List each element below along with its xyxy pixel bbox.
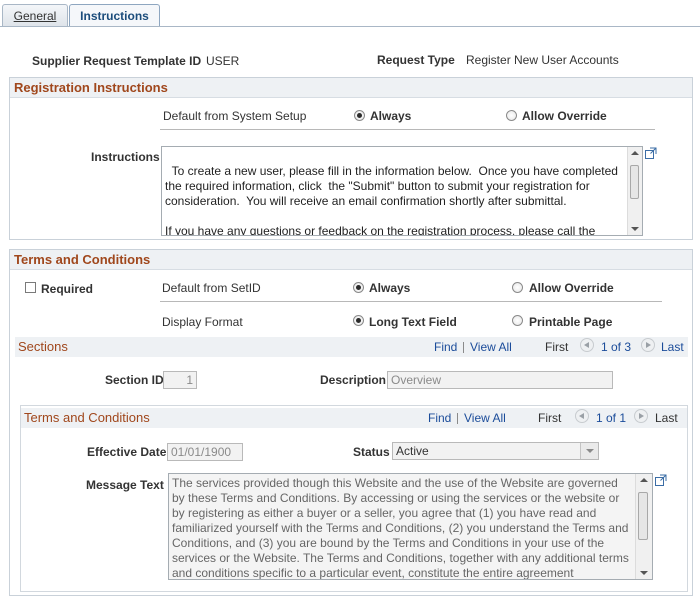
registration-instructions-title: Registration Instructions — [10, 78, 692, 98]
required-checkbox[interactable] — [25, 282, 36, 293]
status-value: Active — [396, 444, 429, 458]
expand-message-icon[interactable] — [655, 474, 667, 486]
sections-find-link[interactable]: Find — [434, 340, 457, 354]
effective-date-label: Effective Date — [87, 445, 167, 459]
tc-inner-title: Terms and Conditions — [24, 410, 150, 425]
section-id-label: Section ID — [105, 373, 164, 387]
message-text: The services provided though this Websit… — [172, 476, 629, 580]
reg-always-radio[interactable] — [354, 110, 365, 121]
printable-radio[interactable] — [512, 315, 523, 326]
request-type-value: Register New User Accounts — [466, 53, 619, 67]
terms-override-radio[interactable] — [512, 282, 523, 293]
description-field[interactable]: Overview — [387, 371, 613, 389]
display-format-label: Display Format — [162, 315, 243, 329]
sections-view-all-link[interactable]: View All — [470, 340, 512, 354]
terms-default-label: Default from SetID — [162, 281, 261, 295]
tc-separator — [457, 413, 458, 424]
tc-next-icon[interactable] — [634, 409, 648, 423]
message-textarea[interactable]: The services provided though this Websit… — [168, 473, 653, 580]
instructions-label: Instructions — [91, 150, 160, 164]
tc-prev-icon[interactable] — [575, 409, 589, 423]
effective-date-field[interactable]: 01/01/1900 — [167, 443, 243, 461]
reg-always-label: Always — [370, 109, 412, 123]
description-label: Description — [320, 373, 387, 387]
long-text-label: Long Text Field — [369, 315, 457, 329]
terms-always-radio[interactable] — [353, 282, 364, 293]
status-select[interactable]: Active — [392, 442, 599, 460]
tc-first[interactable]: First — [538, 411, 561, 425]
terms-always-label: Always — [369, 281, 411, 295]
section-id-field[interactable]: 1 — [163, 371, 197, 389]
tc-find-link[interactable]: Find — [428, 411, 451, 425]
required-label: Required — [41, 282, 94, 296]
terms-divider — [160, 301, 662, 302]
sections-first[interactable]: First — [545, 340, 568, 354]
sections-separator — [463, 342, 464, 353]
sections-next-icon[interactable] — [641, 338, 655, 352]
status-label: Status — [353, 445, 390, 459]
sections-prev-icon[interactable] — [580, 338, 594, 352]
tab-general[interactable]: General — [2, 4, 68, 26]
tc-view-all-link[interactable]: View All — [464, 411, 506, 425]
tc-last[interactable]: Last — [655, 411, 678, 425]
expand-instructions-icon[interactable] — [645, 147, 657, 159]
sections-last[interactable]: Last — [661, 340, 684, 354]
message-scrollbar[interactable] — [635, 474, 652, 579]
tab-instructions[interactable]: Instructions — [69, 4, 160, 27]
tc-range: 1 of 1 — [596, 411, 627, 425]
tab-divider — [0, 26, 700, 27]
instructions-scrollbar[interactable] — [627, 147, 642, 235]
request-type-label: Request Type — [377, 53, 455, 67]
template-id-value: USER — [206, 54, 240, 68]
reg-divider — [160, 129, 655, 130]
message-text-label: Message Text — [86, 478, 164, 492]
printable-label: Printable Page — [529, 315, 613, 329]
template-id-label: Supplier Request Template ID — [32, 54, 202, 68]
chevron-down-icon — [580, 443, 598, 459]
reg-default-label: Default from System Setup — [163, 109, 307, 123]
instructions-textarea[interactable]: To create a new user, please fill in the… — [161, 146, 643, 236]
long-text-radio[interactable] — [353, 315, 364, 326]
reg-override-radio[interactable] — [506, 110, 517, 121]
sections-title: Sections — [18, 339, 68, 354]
sections-range: 1 of 3 — [601, 340, 632, 354]
terms-override-label: Allow Override — [529, 281, 614, 295]
terms-conditions-title: Terms and Conditions — [10, 250, 692, 270]
reg-override-label: Allow Override — [522, 109, 607, 123]
instructions-text: To create a new user, please fill in the… — [165, 164, 618, 236]
